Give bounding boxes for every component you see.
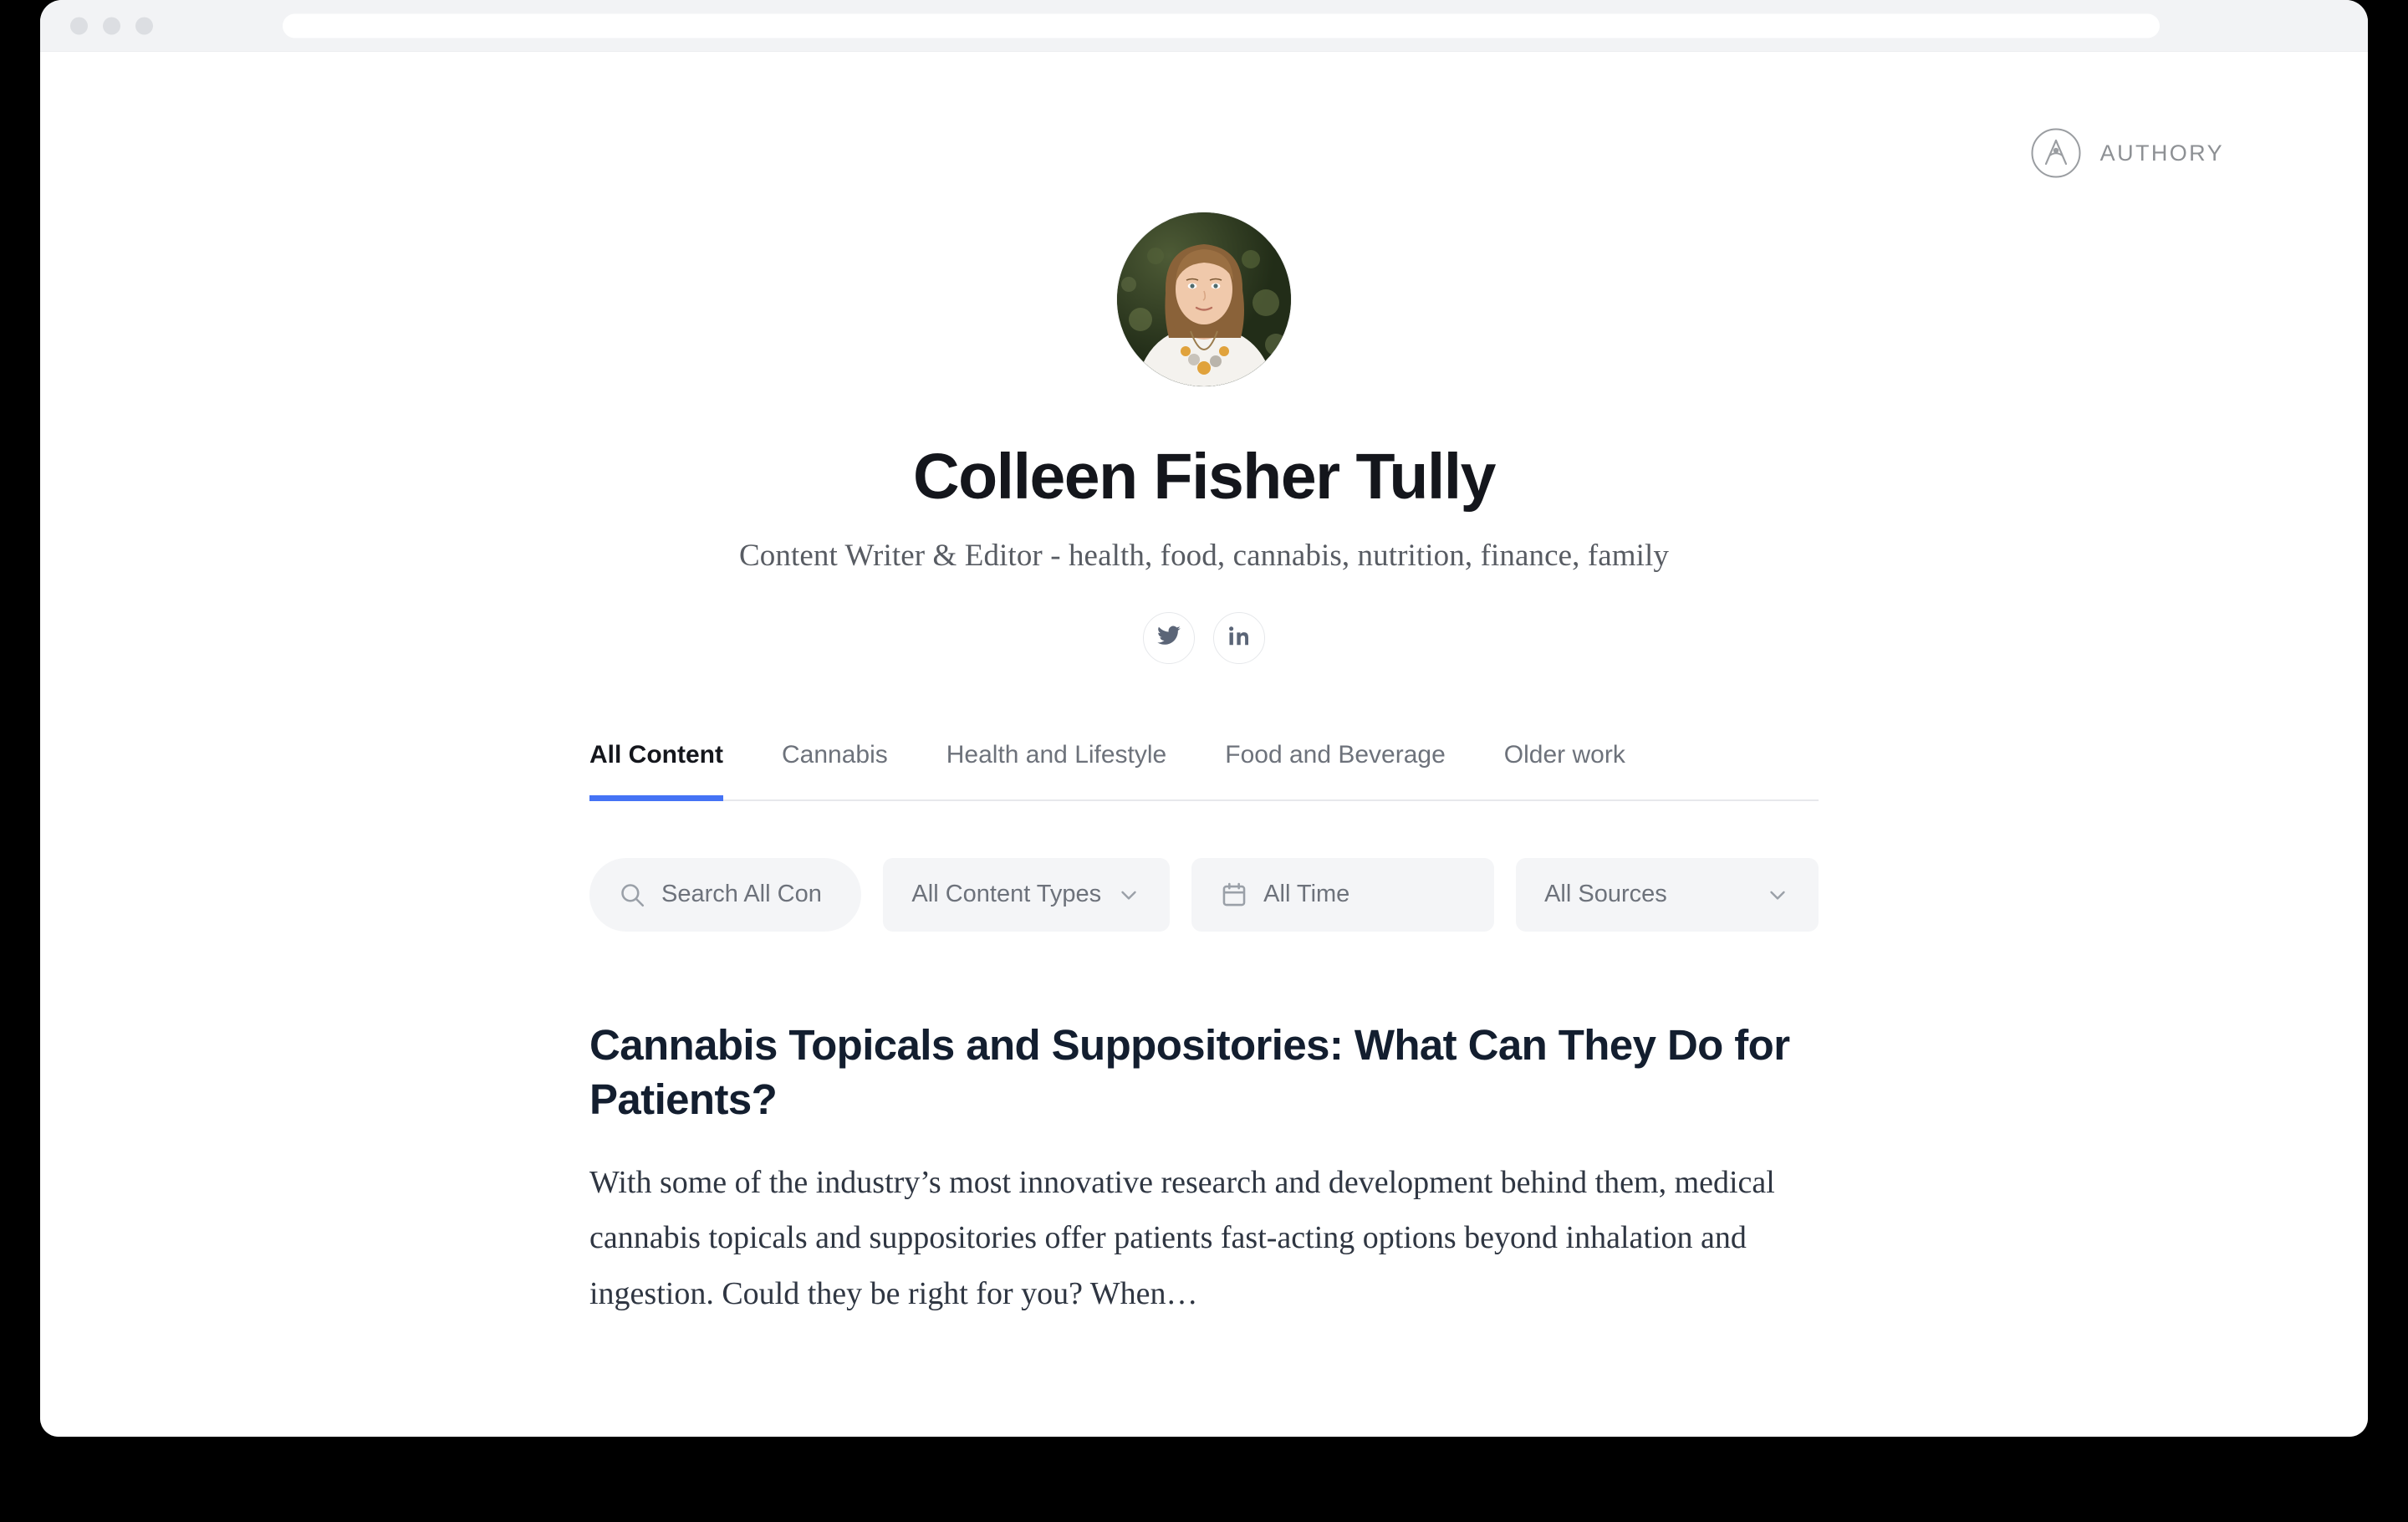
page-title: Colleen Fisher Tully — [913, 441, 1496, 513]
time-range-label: All Time — [1263, 881, 1350, 908]
chevron-down-icon — [1116, 882, 1141, 907]
tab-health-and-lifestyle[interactable]: Health and Lifestyle — [946, 741, 1167, 799]
page-body: AUTHORY Colleen Fisher Tully Content Wri… — [40, 52, 2368, 1437]
maximize-window-button[interactable] — [135, 17, 153, 34]
content-type-label: All Content Types — [911, 881, 1102, 908]
tab-cannabis[interactable]: Cannabis — [782, 741, 888, 799]
chevron-down-icon — [1765, 882, 1790, 907]
social-links — [40, 611, 2368, 664]
linkedin-icon — [1227, 623, 1252, 652]
tab-label: Food and Beverage — [1225, 740, 1446, 769]
close-window-button[interactable] — [70, 17, 88, 34]
linkedin-link[interactable] — [1213, 611, 1265, 664]
avatar — [1117, 212, 1291, 386]
tab-label: Health and Lifestyle — [946, 740, 1167, 769]
article-card[interactable]: Cannabis Topicals and Suppositories: Wha… — [589, 1019, 1819, 1321]
authory-brand-name: AUTHORY — [2099, 140, 2224, 166]
search-placeholder: Search All Con — [661, 881, 822, 908]
minimize-window-button[interactable] — [103, 17, 120, 34]
tab-label: Cannabis — [781, 740, 888, 769]
article-excerpt: With some of the industry’s most innovat… — [589, 1165, 1775, 1311]
content-area: All Content Cannabis Health and Lifestyl… — [589, 741, 1819, 1321]
address-bar[interactable] — [283, 13, 2160, 38]
search-icon — [618, 881, 646, 909]
article-title[interactable]: Cannabis Topicals and Suppositories: Wha… — [589, 1019, 1810, 1127]
tab-older-work[interactable]: Older work — [1504, 741, 1625, 799]
content-type-dropdown[interactable]: All Content Types — [883, 857, 1171, 932]
browser-window: AUTHORY Colleen Fisher Tully Content Wri… — [40, 0, 2368, 1437]
time-range-dropdown[interactable]: All Time — [1191, 857, 1495, 932]
profile-tagline: Content Writer & Editor - health, food, … — [738, 538, 1670, 573]
search-input[interactable]: Search All Con — [589, 857, 862, 932]
tab-label: Older work — [1503, 740, 1625, 769]
twitter-link[interactable] — [1143, 611, 1195, 664]
browser-titlebar — [40, 0, 2368, 52]
tab-all-content[interactable]: All Content — [589, 740, 723, 801]
content-tabs: All Content Cannabis Health and Lifestyl… — [589, 741, 1819, 801]
tab-food-and-beverage[interactable]: Food and Beverage — [1225, 741, 1446, 799]
tab-label: All Content — [589, 740, 723, 769]
sources-label: All Sources — [1544, 881, 1667, 908]
profile-header: Colleen Fisher Tully Content Writer & Ed… — [40, 52, 2368, 664]
filter-bar: Search All Con All Content Types All Tim… — [589, 857, 1819, 932]
sources-dropdown[interactable]: All Sources — [1516, 857, 1819, 932]
calendar-icon — [1220, 881, 1248, 909]
window-controls — [70, 17, 153, 34]
authory-compass-a-icon — [2030, 127, 2082, 179]
twitter-icon — [1156, 623, 1181, 652]
authory-brand[interactable]: AUTHORY — [2030, 127, 2224, 179]
